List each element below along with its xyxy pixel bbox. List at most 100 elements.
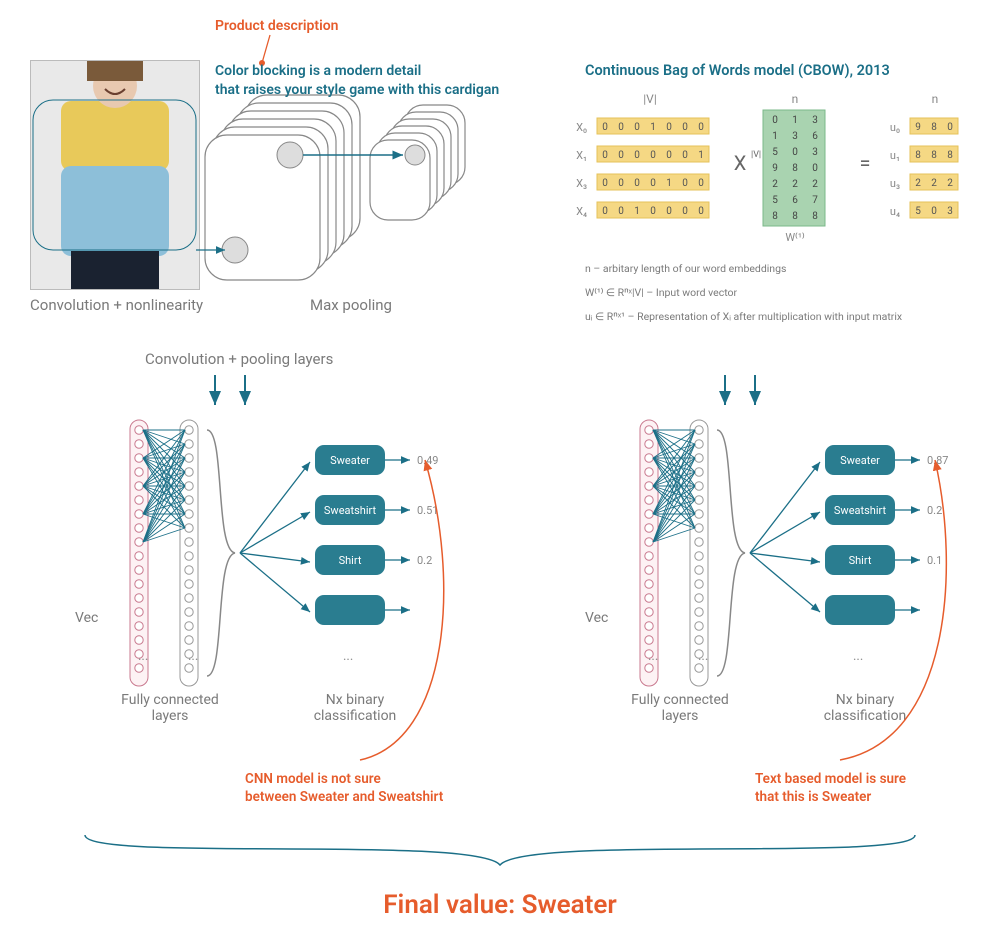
svg-text:5: 5: [772, 147, 778, 158]
svg-text:0: 0: [947, 122, 953, 133]
svg-text:8: 8: [931, 150, 937, 161]
svg-text:2: 2: [947, 178, 953, 189]
down-arrows-right: [715, 375, 775, 415]
conv-label: Convolution + nonlinearity: [30, 296, 203, 314]
svg-text:0: 0: [666, 150, 672, 161]
svg-text:7: 7: [812, 195, 818, 206]
svg-text:3: 3: [812, 115, 818, 126]
svg-text:8: 8: [792, 163, 798, 174]
svg-text:0: 0: [634, 178, 640, 189]
svg-text:5: 5: [772, 195, 778, 206]
desc-line-1: Color blocking is a modern detail: [215, 63, 421, 79]
svg-text:6: 6: [792, 195, 798, 206]
svg-text:=: =: [860, 151, 871, 175]
cnn-note: CNN model is not sure between Sweater an…: [245, 770, 443, 806]
svg-text:9: 9: [915, 122, 921, 133]
svg-text:0: 0: [618, 206, 624, 217]
svg-text:9: 9: [772, 163, 778, 174]
text-note: Text based model is sure that this is Sw…: [755, 770, 906, 806]
svg-text:3: 3: [947, 206, 953, 217]
svg-text:8: 8: [792, 211, 798, 222]
svg-text:0: 0: [650, 206, 656, 217]
cnn-note-1: CNN model is not sure: [245, 771, 381, 787]
svg-text:0: 0: [792, 147, 798, 158]
svg-text:X₃: X₃: [576, 177, 587, 190]
svg-text:2: 2: [772, 179, 778, 190]
svg-text:X: X: [734, 151, 747, 175]
svg-text:0: 0: [650, 150, 656, 161]
svg-text:0: 0: [682, 122, 688, 133]
svg-text:8: 8: [931, 122, 937, 133]
svg-text:1: 1: [792, 115, 798, 126]
product-desc-callout: Product description: [215, 18, 338, 34]
text-note-1: Text based model is sure: [755, 771, 906, 787]
svg-text:8: 8: [812, 211, 818, 222]
svg-text:...: ...: [138, 649, 148, 664]
svg-text:1: 1: [698, 150, 704, 161]
svg-text:...: ...: [698, 649, 708, 664]
final-value: Final value: Sweater: [0, 890, 1000, 920]
svg-text:0: 0: [618, 150, 624, 161]
svg-text:0: 0: [666, 122, 672, 133]
fc-label-right: Fully connected layers: [625, 692, 735, 724]
svg-text:1: 1: [666, 178, 672, 189]
vec-label-left: Vec: [75, 610, 98, 626]
svg-text:0: 0: [634, 150, 640, 161]
svg-text:2: 2: [812, 179, 818, 190]
svg-text:1: 1: [772, 131, 778, 142]
svg-text:X₄: X₄: [576, 205, 587, 218]
down-arrows-left: [205, 375, 265, 415]
cbow-caption-1: n – arbitary length of our word embeddin…: [585, 262, 786, 275]
svg-text:8: 8: [915, 150, 921, 161]
svg-text:0: 0: [698, 178, 704, 189]
svg-text:0: 0: [650, 178, 656, 189]
vec-label-right: Vec: [585, 610, 608, 626]
svg-text:0: 0: [682, 150, 688, 161]
svg-text:0: 0: [618, 178, 624, 189]
svg-text:0: 0: [602, 150, 608, 161]
svg-text:|V|: |V|: [751, 150, 761, 160]
svg-text:0: 0: [772, 115, 778, 126]
svg-text:2: 2: [915, 178, 921, 189]
svg-text:0: 0: [682, 178, 688, 189]
fc-label-left: Fully connected layers: [115, 692, 225, 724]
svg-text:8: 8: [772, 211, 778, 222]
svg-text:u₀: u₀: [890, 121, 900, 134]
svg-text:n: n: [932, 92, 939, 106]
cbow-caption-3: uᵢ ∈ Rⁿˣ¹ – Representation of Xᵢ after m…: [585, 310, 902, 323]
svg-text:8: 8: [947, 150, 953, 161]
svg-text:X₁: X₁: [576, 149, 587, 162]
cnn-note-arrow: [300, 450, 470, 780]
cbow-title: Continuous Bag of Words model (CBOW), 20…: [585, 62, 890, 79]
svg-text:6: 6: [812, 131, 818, 142]
svg-text:1: 1: [650, 122, 656, 133]
cbow-diagram: |V| n n X₀0001000X₁0000001X₃0000100X₄001…: [565, 85, 975, 255]
product-desc-text: Color blocking is a modern detail that r…: [215, 62, 499, 100]
svg-text:W⁽¹⁾: W⁽¹⁾: [785, 231, 804, 244]
svg-text:n: n: [792, 92, 799, 106]
conv-pool-header: Convolution + pooling layers: [145, 350, 333, 368]
pool-label: Max pooling: [310, 296, 392, 314]
svg-text:0: 0: [698, 122, 704, 133]
text-note-2: that this is Sweater: [755, 789, 871, 805]
cnn-note-2: between Sweater and Sweatshirt: [245, 789, 443, 805]
svg-text:3: 3: [812, 147, 818, 158]
svg-text:...: ...: [648, 649, 658, 664]
final-brace: [85, 830, 915, 890]
svg-text:u₁: u₁: [890, 149, 900, 162]
svg-text:X₀: X₀: [576, 121, 587, 134]
cbow-caption-2: W⁽¹⁾ ∈ Rⁿˣ|V| – Input word vector: [585, 286, 737, 299]
svg-text:2: 2: [792, 179, 798, 190]
svg-text:...: ...: [188, 649, 198, 664]
svg-text:0: 0: [618, 122, 624, 133]
svg-text:1: 1: [634, 206, 640, 217]
svg-text:0: 0: [812, 163, 818, 174]
svg-text:0: 0: [666, 206, 672, 217]
text-note-arrow: [810, 450, 980, 780]
svg-text:5: 5: [915, 206, 921, 217]
svg-text:0: 0: [682, 206, 688, 217]
svg-text:u₃: u₃: [890, 177, 900, 190]
svg-text:3: 3: [792, 131, 798, 142]
svg-text:0: 0: [634, 122, 640, 133]
svg-text:0: 0: [698, 206, 704, 217]
